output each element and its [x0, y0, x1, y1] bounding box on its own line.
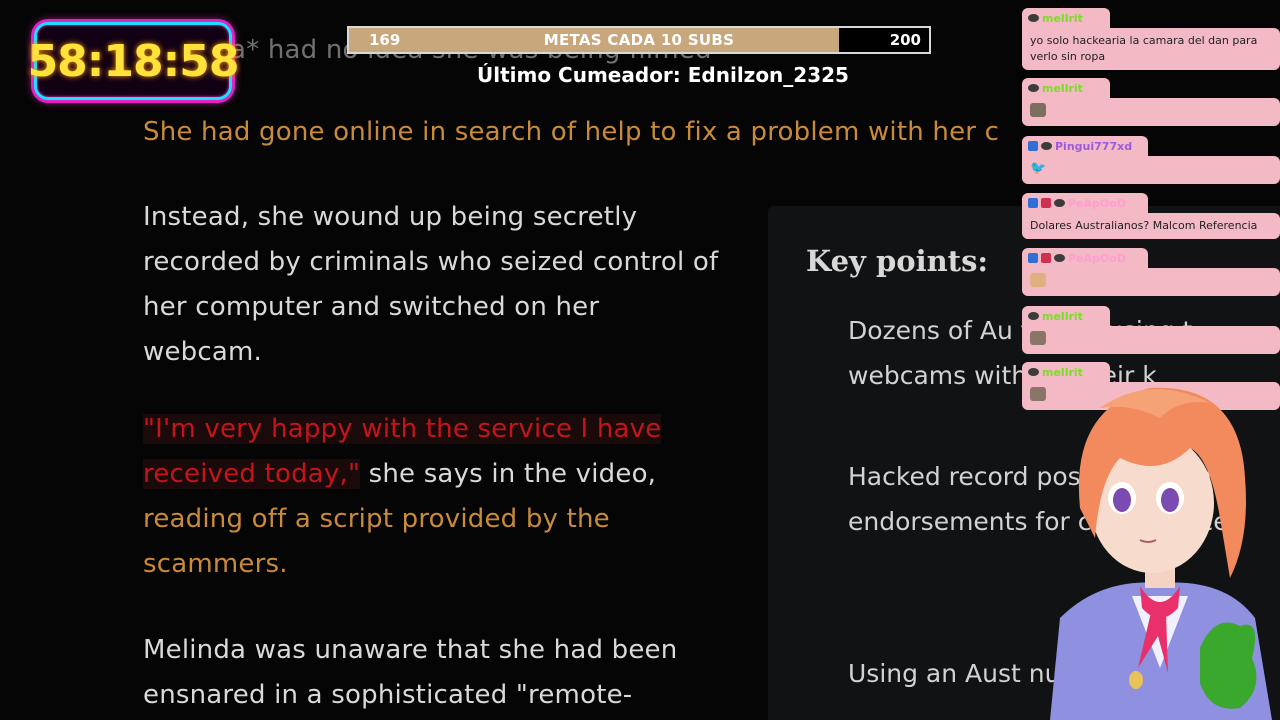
avatar-button: [1129, 671, 1143, 689]
article-line-online: She had gone online in search of help to…: [143, 117, 1000, 147]
stream-timer: 58:18:58: [28, 22, 239, 100]
goal-current: 169: [369, 31, 401, 49]
green-mascot-icon: [1200, 622, 1257, 709]
hamster-emote-icon: [1030, 273, 1046, 287]
chat-message-header: PeApOoD: [1022, 248, 1148, 268]
moderator-badge-icon: [1028, 368, 1039, 376]
last-cumeador-text: Último Cumeador: Ednilzon_2325: [477, 63, 849, 87]
chat-message-body: [1022, 98, 1280, 126]
key-points-title: Key points:: [806, 244, 989, 278]
avatar-iris-right: [1161, 488, 1179, 512]
cat-emote-icon: [1030, 103, 1046, 117]
gift-badge-icon: [1041, 198, 1051, 208]
article-paragraph-quote: "I'm very happy with the service I have …: [143, 407, 723, 587]
timer-value: 58:18:58: [27, 35, 240, 87]
article-reading: reading off a script provided by the sca…: [143, 504, 610, 579]
chat-username: PeApOoD: [1068, 196, 1126, 210]
chat-message-text: Dolares Australianos? Malcom Referencia: [1022, 213, 1280, 239]
moderator-badge-icon: [1028, 14, 1039, 22]
goal-label: METAS CADA 10 SUBS: [543, 31, 735, 49]
chat-username: mellrit: [1042, 81, 1083, 95]
gift-badge-icon: [1041, 253, 1051, 263]
article-paragraph-melinda: Melinda was unaware that she had been en…: [143, 635, 678, 710]
chat-message-header: mellrit: [1022, 306, 1110, 326]
moderator-badge-icon: [1054, 254, 1065, 262]
avatar-iris-left: [1113, 488, 1131, 512]
chat-username: mellrit: [1042, 11, 1083, 25]
moderator-badge-icon: [1054, 199, 1065, 207]
bird-emote-icon: 🐦: [1030, 161, 1047, 176]
chat-overlay: mellrit yo solo hackearia la camara del …: [1020, 0, 1280, 420]
chat-username: mellrit: [1042, 309, 1083, 323]
subscriber-badge-icon: [1028, 253, 1038, 263]
chat-message-header: Pingui777xd: [1022, 136, 1148, 156]
chat-username: PeApOoD: [1068, 251, 1126, 265]
chat-message-header: mellrit: [1022, 78, 1110, 98]
article-paragraph-instead: Instead, she wound up being secretly rec…: [143, 202, 719, 367]
subscriber-badge-icon: [1028, 198, 1038, 208]
cat-emote-icon: [1030, 331, 1046, 345]
chat-message-body: [1022, 268, 1280, 296]
chat-message-text: yo solo hackearia la camara del dan para…: [1022, 28, 1280, 70]
chat-message-header: mellrit: [1022, 8, 1110, 28]
chat-username: Pingui777xd: [1055, 139, 1133, 153]
chat-message-body: [1022, 326, 1280, 354]
chat-message-header: PeApOoD: [1022, 193, 1148, 213]
chat-message-body: 🐦: [1022, 156, 1280, 184]
moderator-badge-icon: [1041, 142, 1052, 150]
moderator-badge-icon: [1028, 312, 1039, 320]
article-says: she says in the video,: [360, 459, 657, 489]
moderator-badge-icon: [1028, 84, 1039, 92]
goal-target: 200: [889, 31, 921, 49]
subscriber-badge-icon: [1028, 141, 1038, 151]
subs-goal-bar: METAS CADA 10 SUBS 169 200: [347, 26, 931, 54]
vtuber-avatar: [1050, 387, 1272, 720]
